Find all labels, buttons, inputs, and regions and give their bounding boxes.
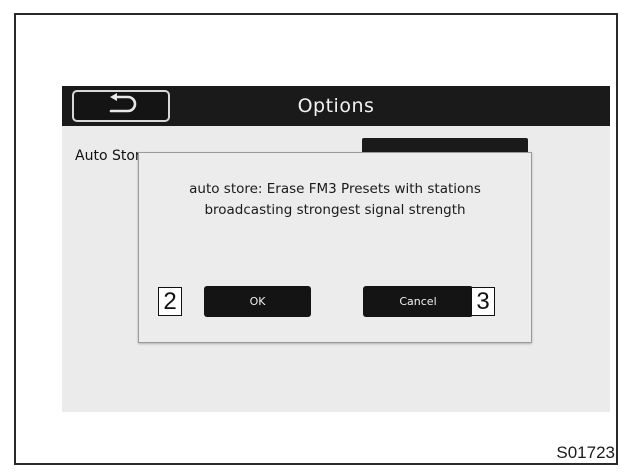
cancel-button[interactable]: Cancel [363,286,473,317]
callout-ok: 2 [158,287,182,316]
head-unit-screen: Options Auto Store auto store: Erase FM3… [62,86,610,412]
ok-button[interactable]: OK [204,286,311,317]
title-bar: Options [62,86,610,126]
dialog-message: auto store: Erase FM3 Presets with stati… [189,181,481,218]
figure-code: S01723 [556,443,615,462]
page-title: Options [297,95,375,117]
callout-cancel: 3 [471,287,495,316]
